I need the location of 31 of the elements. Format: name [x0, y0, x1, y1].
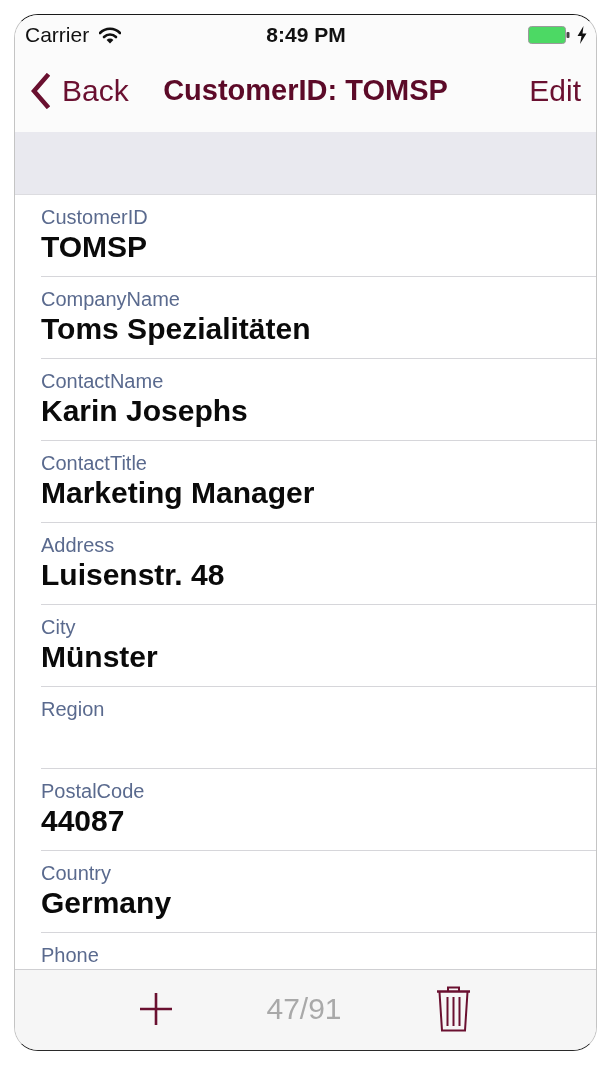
field-label: Phone	[41, 943, 99, 967]
field-label: CustomerID	[41, 205, 148, 229]
field-label: CompanyName	[41, 287, 180, 311]
back-button[interactable]: Back	[30, 72, 129, 109]
field-value: 44087	[41, 803, 125, 839]
field-value: Münster	[41, 639, 158, 675]
plus-icon	[140, 993, 173, 1025]
status-time: 8:49 PM	[266, 23, 346, 47]
field-value: Karin Josephs	[41, 393, 248, 429]
field-value: Germany	[41, 885, 172, 921]
trash-icon	[435, 986, 471, 1032]
back-chevron-icon	[30, 72, 50, 109]
record-counter: 47/91	[266, 992, 342, 1026]
field-value: Marketing Manager	[41, 475, 315, 511]
add-button[interactable]	[140, 993, 173, 1025]
carrier-name: Carrier	[25, 23, 90, 47]
field-label: Region	[41, 697, 105, 721]
field-label: PostalCode	[41, 779, 145, 803]
delete-button[interactable]	[435, 986, 471, 1032]
field-label: Address	[41, 533, 115, 557]
field-value: TOMSP	[41, 229, 148, 265]
edit-button[interactable]: Edit	[529, 73, 581, 108]
field-label: Country	[41, 861, 112, 885]
field-label: City	[41, 615, 76, 639]
field-value: Luisenstr. 48	[41, 557, 225, 593]
field-label: ContactName	[41, 369, 164, 393]
battery-icon	[528, 26, 570, 44]
field-label: ContactTitle	[41, 451, 147, 475]
screen-title: CustomerID: TOMSP	[162, 74, 449, 107]
wifi-icon	[99, 26, 122, 44]
field-value: Toms Spezialitäten	[41, 311, 311, 347]
